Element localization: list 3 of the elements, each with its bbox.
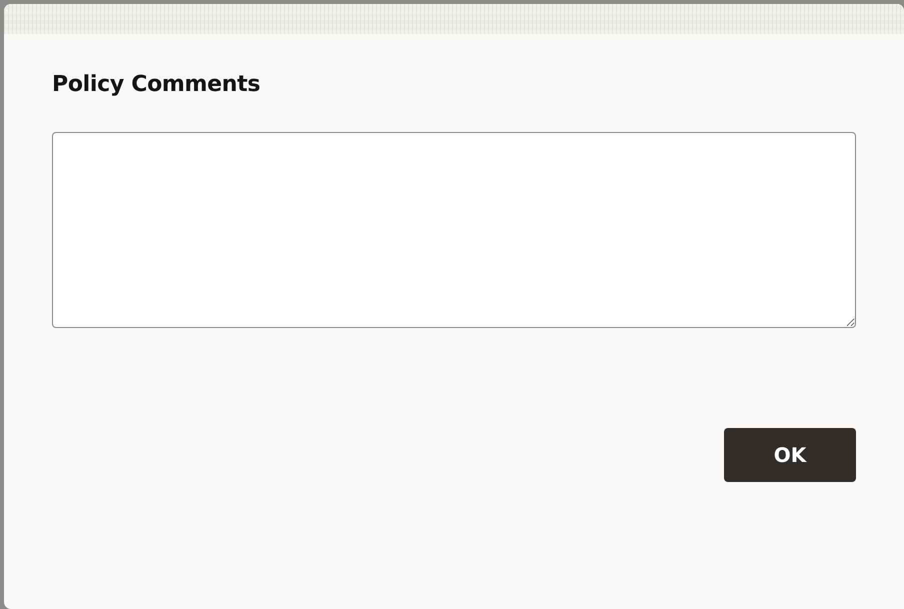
dialog-title: Policy Comments — [52, 72, 260, 97]
comment-field[interactable] — [52, 132, 856, 328]
ok-button[interactable]: OK — [724, 428, 856, 482]
